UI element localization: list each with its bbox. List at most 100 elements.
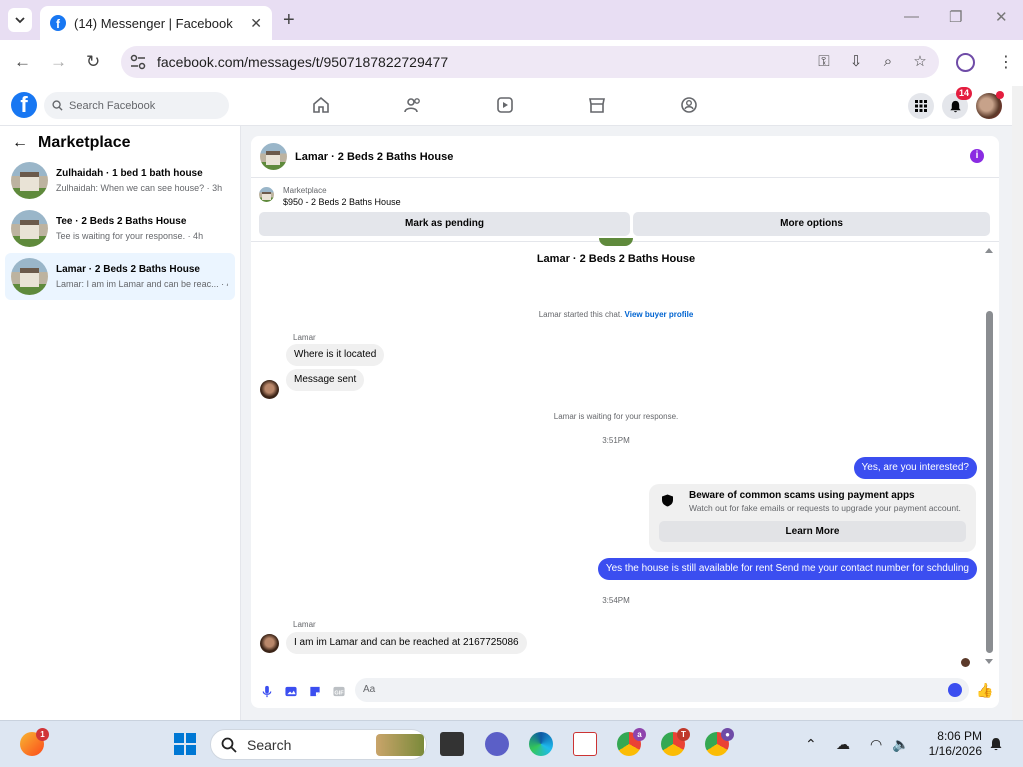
timestamp: 3:54PM	[602, 596, 630, 605]
show-hidden-icons-icon[interactable]: ⌃	[805, 736, 817, 753]
task-view-icon[interactable]	[440, 732, 464, 756]
notification-bell-icon[interactable]	[989, 737, 1003, 751]
thread-thumbnail	[11, 258, 48, 295]
video-icon[interactable]	[496, 96, 514, 114]
timestamp: 3:51PM	[602, 436, 630, 445]
back-button[interactable]: ←	[14, 52, 31, 72]
sender-avatar[interactable]	[260, 634, 279, 653]
learn-more-button[interactable]: Learn More	[659, 521, 966, 542]
install-app-icon[interactable]: ⇩	[847, 52, 865, 70]
new-tab-button[interactable]: +	[283, 9, 295, 32]
thread-item-active[interactable]: Lamar · 2 Beds 2 Baths House Lamar: I am…	[5, 253, 235, 300]
chat-top-name: Lamar · 2 Beds 2 Baths House	[536, 253, 696, 265]
chrome-profile-a-icon[interactable]: a	[617, 728, 646, 756]
marketplace-icon[interactable]	[588, 96, 606, 114]
thread-preview: Zulhaidah: When we can see house? · 3h	[56, 183, 223, 193]
chrome-profile-t-icon[interactable]: T	[661, 728, 690, 756]
thread-preview: Tee is waiting for your response. · 4h	[56, 231, 204, 241]
bell-icon	[949, 100, 961, 112]
outgoing-message[interactable]: Yes, are you interested?	[853, 457, 977, 479]
windows-taskbar: 1 Search a T ● ⌃ ☁ ◠ 🔈 8:06 PM 1/16/2026	[0, 720, 1023, 767]
svg-text:GIF: GIF	[334, 690, 344, 696]
clock-time: 8:06 PM	[937, 729, 982, 743]
taskbar-search[interactable]: Search	[210, 729, 427, 760]
edge-browser-icon[interactable]	[529, 732, 553, 756]
wifi-icon[interactable]: ◠	[870, 736, 882, 753]
chat-panel: Lamar · 2 Beds 2 Baths House i Marketpla…	[251, 136, 999, 708]
page-scrollbar[interactable]	[1012, 86, 1023, 720]
message-input[interactable]: Aa	[355, 678, 969, 702]
password-key-icon[interactable]: ⚿	[815, 53, 833, 70]
browser-menu-icon[interactable]: ⋮	[998, 52, 1014, 72]
home-icon[interactable]	[312, 96, 330, 114]
chrome-profile-icon[interactable]: ●	[705, 728, 734, 756]
chat-scroll-thumb[interactable]	[986, 311, 993, 653]
windows-start-icon[interactable]	[173, 732, 197, 756]
search-placeholder: Search Facebook	[69, 99, 156, 112]
notification-badge: 14	[955, 87, 972, 100]
notifications-button[interactable]: 14	[942, 87, 972, 119]
more-options-button[interactable]: More options	[633, 212, 990, 236]
back-arrow-icon[interactable]: ←	[12, 134, 28, 152]
address-bar[interactable]: facebook.com/messages/t/9507187822729477…	[121, 46, 939, 78]
facebook-logo-icon[interactable]: f	[11, 92, 37, 118]
onedrive-offline-icon[interactable]: ☁	[836, 736, 850, 753]
mark-pending-button[interactable]: Mark as pending	[259, 212, 630, 236]
listing-price[interactable]: $950 - 2 Beds 2 Baths House	[283, 197, 401, 207]
restore-button[interactable]: ❐	[949, 8, 962, 26]
browser-profile-icon[interactable]	[956, 53, 975, 72]
thread-name: Tee · 2 Beds 2 Baths House	[56, 216, 187, 227]
outgoing-message[interactable]: Yes the house is still available for ren…	[597, 558, 977, 580]
incoming-message[interactable]: Where is it located	[286, 344, 385, 366]
system-clock[interactable]: 8:06 PM 1/16/2026	[922, 729, 982, 759]
marketplace-label: Marketplace	[283, 186, 327, 195]
microphone-icon[interactable]	[260, 685, 274, 698]
friends-icon[interactable]	[404, 96, 422, 114]
thread-item[interactable]: Tee · 2 Beds 2 Baths House Tee is waitin…	[5, 205, 235, 252]
shield-icon	[662, 494, 673, 507]
message-composer: GIF Aa 👍	[251, 674, 999, 708]
marketplace-listing-bar: Marketplace $950 - 2 Beds 2 Baths House …	[251, 178, 999, 242]
thumbs-up-icon[interactable]: 👍	[976, 682, 993, 699]
site-info-icon[interactable]	[129, 53, 147, 71]
profile-badge-icon: T	[677, 728, 690, 741]
chat-app-icon[interactable]	[485, 732, 509, 756]
tab-close-icon[interactable]: ✕	[250, 15, 262, 32]
chat-thumbnail[interactable]	[260, 143, 287, 170]
bookmark-star-icon[interactable]: ☆	[911, 52, 929, 70]
scam-warning-desc: Watch out for fake emails or requests to…	[689, 503, 961, 513]
groups-icon[interactable]	[680, 96, 698, 114]
clock-date: 1/16/2026	[928, 744, 982, 758]
incoming-message[interactable]: Message sent	[286, 369, 365, 391]
gif-icon[interactable]: GIF	[332, 685, 346, 698]
chat-title[interactable]: Lamar · 2 Beds 2 Baths House	[295, 151, 453, 163]
snipping-tool-icon[interactable]	[573, 732, 597, 756]
forward-button[interactable]: →	[50, 52, 67, 72]
weather-widget-icon[interactable]: 1	[20, 728, 49, 756]
info-icon[interactable]: i	[970, 149, 984, 163]
waiting-note: Lamar is waiting for your response.	[553, 412, 679, 421]
view-buyer-profile-link[interactable]: View buyer profile	[625, 310, 694, 319]
facebook-search-input[interactable]: Search Facebook	[44, 92, 229, 119]
profile-badge-icon: a	[633, 728, 646, 741]
reload-button[interactable]: ↻	[86, 52, 100, 72]
photo-icon[interactable]	[284, 685, 298, 698]
menu-grid-button[interactable]	[908, 93, 934, 119]
search-highlight-image	[376, 734, 424, 756]
tab-search-button[interactable]	[8, 8, 32, 32]
browser-tab[interactable]: f (14) Messenger | Facebook ✕	[40, 6, 272, 40]
window-close-button[interactable]: ✕	[995, 8, 1008, 26]
sender-avatar[interactable]	[260, 380, 279, 399]
search-icon	[221, 737, 237, 753]
minimize-button[interactable]: —	[904, 8, 919, 25]
volume-icon[interactable]: 🔈	[892, 736, 909, 753]
browser-toolbar: ← → ↻ facebook.com/messages/t/9507187822…	[0, 40, 1023, 86]
listing-thumbnail[interactable]	[259, 187, 274, 202]
sticker-icon[interactable]	[308, 685, 322, 698]
zoom-icon[interactable]: ⌕	[879, 53, 897, 70]
thread-item[interactable]: Zulhaidah · 1 bed 1 bath house Zulhaidah…	[5, 157, 235, 204]
account-avatar[interactable]	[976, 91, 1004, 119]
incoming-message[interactable]: I am im Lamar and can be reached at 2167…	[286, 632, 527, 654]
emoji-icon[interactable]	[948, 683, 962, 697]
scam-warning-card: Beware of common scams using payment app…	[649, 484, 976, 552]
